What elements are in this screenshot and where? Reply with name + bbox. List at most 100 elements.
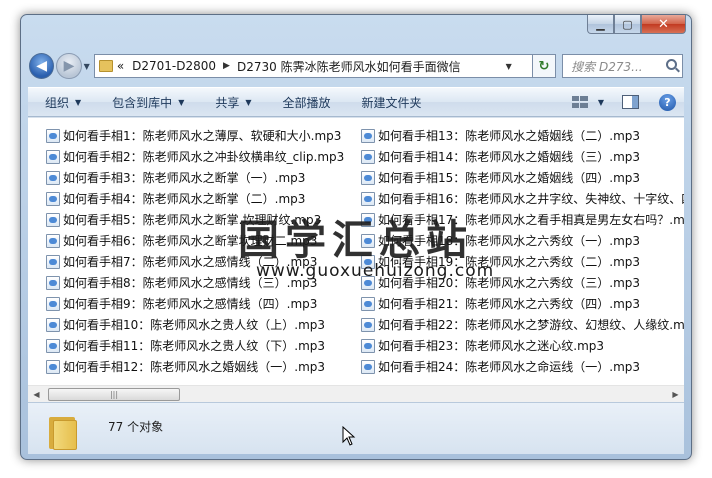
list-item[interactable]: 如何看手相9：陈老师风水之感情线（四）.mp3 [46, 293, 362, 314]
scroll-right-icon[interactable]: ▶ [667, 386, 684, 403]
breadcrumb-overflow[interactable]: « [117, 59, 124, 73]
folder-icon [47, 413, 81, 450]
mp3-file-icon [46, 128, 60, 143]
preview-pane-icon[interactable] [622, 95, 639, 109]
toolbar-right: ▼ ? [571, 93, 684, 111]
forward-arrow-icon: ▶ [63, 58, 75, 74]
file-name: 如何看手相23：陈老师风水之迷心纹.mp3 [378, 339, 605, 353]
file-name: 如何看手相24：陈老师风水之命运线（一）.mp3 [378, 360, 641, 374]
refresh-icon: ↻ [538, 58, 550, 74]
help-icon[interactable]: ? [659, 93, 676, 111]
list-item[interactable]: 如何看手相1：陈老师风水之薄厚、软硬和大小.mp3 [46, 125, 362, 146]
include-in-library-menu[interactable]: 包含到库中 ▼ [95, 94, 198, 111]
share-menu[interactable]: 共享 ▼ [198, 94, 265, 111]
mp3-file-icon [46, 275, 60, 290]
list-item[interactable]: 如何看手相12：陈老师风水之婚姻线（一）.mp3 [46, 356, 362, 377]
watermark-url: www.guoxuehuizong.com [256, 261, 495, 281]
minimize-button[interactable]: ▁ [587, 15, 614, 34]
mp3-file-icon [46, 191, 60, 206]
list-item[interactable]: 如何看手相14：陈老师风水之婚姻线（三）.mp3 [361, 146, 684, 167]
organize-label: 组织 [45, 95, 70, 110]
search-input[interactable]: 搜索 D273... [562, 54, 683, 78]
file-name: 如何看手相21：陈老师风水之六秀纹（四）.mp3 [378, 297, 641, 311]
mp3-file-icon [361, 338, 375, 353]
mp3-file-icon [46, 296, 60, 311]
list-item[interactable]: 如何看手相3：陈老师风水之断掌（一）.mp3 [46, 167, 362, 188]
file-name: 如何看手相22：陈老师风水之梦游纹、幻想纹、人缘纹.mp3 [378, 318, 684, 332]
list-item[interactable]: 如何看手相2：陈老师风水之冲卦纹横串纹_clip.mp3 [46, 146, 362, 167]
minimize-icon: ▁ [596, 17, 605, 31]
list-item[interactable]: 如何看手相13：陈老师风水之婚姻线（二）.mp3 [361, 125, 684, 146]
list-item[interactable]: 如何看手相24：陈老师风水之命运线（一）.mp3 [361, 356, 684, 377]
list-item[interactable]: 如何看手相11：陈老师风水之贵人纹（下）.mp3 [46, 335, 362, 356]
mp3-file-icon [361, 149, 375, 164]
file-name: 如何看手相16：陈老师风水之井字纹、失神纹、十字纹、四 [378, 192, 684, 206]
scrollbar-thumb[interactable]: ||| [48, 388, 180, 401]
mp3-file-icon [46, 170, 60, 185]
new-folder-button[interactable]: 新建文件夹 [345, 94, 436, 111]
folder-icon [98, 60, 113, 72]
file-name: 如何看手相9：陈老师风水之感情线（四）.mp3 [63, 297, 318, 311]
mp3-file-icon [361, 128, 375, 143]
mouse-cursor-icon [342, 426, 356, 446]
scroll-left-icon[interactable]: ◀ [28, 386, 45, 403]
recent-pages-chevron-icon[interactable]: ▼ [84, 62, 90, 71]
organize-menu[interactable]: 组织 ▼ [28, 94, 95, 111]
file-name: 如何看手相2：陈老师风水之冲卦纹横串纹_clip.mp3 [63, 150, 345, 164]
breadcrumb-item[interactable]: D2701-D2800 [132, 59, 216, 73]
back-arrow-icon: ◀ [36, 58, 48, 74]
details-pane: 77 个对象 [28, 402, 684, 454]
share-label: 共享 [215, 95, 240, 110]
file-name: 如何看手相10：陈老师风水之贵人纹（上）.mp3 [63, 318, 326, 332]
chevron-down-icon: ▼ [245, 97, 252, 107]
mp3-file-icon [46, 149, 60, 164]
breadcrumb-separator-icon[interactable]: ▶ [223, 61, 230, 71]
close-button[interactable]: ✕ [641, 15, 686, 34]
view-options-chevron-icon[interactable]: ▼ [598, 98, 604, 107]
file-name: 如何看手相13：陈老师风水之婚姻线（二）.mp3 [378, 129, 641, 143]
watermark-text: 国学汇总站 [238, 216, 473, 264]
mp3-file-icon [46, 233, 60, 248]
list-item[interactable]: 如何看手相10：陈老师风水之贵人纹（上）.mp3 [46, 314, 362, 335]
list-item[interactable]: 如何看手相15：陈老师风水之婚姻线（四）.mp3 [361, 167, 684, 188]
file-list-view: 如何看手相1：陈老师风水之薄厚、软硬和大小.mp3 如何看手相2：陈老师风水之冲… [28, 117, 684, 385]
command-bar: 组织 ▼ 包含到库中 ▼ 共享 ▼ 全部播放 新建文件夹 ▼ ? [28, 87, 684, 117]
address-dropdown-icon[interactable]: ▼ [506, 62, 512, 71]
file-name: 如何看手相1：陈老师风水之薄厚、软硬和大小.mp3 [63, 129, 342, 143]
breadcrumb-item-current[interactable]: D2730 陈霁冰陈老师风水如何看手面微信 [237, 58, 461, 75]
list-item[interactable]: 如何看手相21：陈老师风水之六秀纹（四）.mp3 [361, 293, 684, 314]
window-controls: ▁ ▢ ✕ [587, 15, 686, 35]
file-name: 如何看手相12：陈老师风水之婚姻线（一）.mp3 [63, 360, 326, 374]
list-item[interactable]: 如何看手相23：陈老师风水之迷心纹.mp3 [361, 335, 684, 356]
list-item[interactable]: 如何看手相22：陈老师风水之梦游纹、幻想纹、人缘纹.mp3 [361, 314, 684, 335]
change-view-icon[interactable] [571, 96, 588, 108]
mp3-file-icon [46, 212, 60, 227]
horizontal-scrollbar[interactable]: ◀ ||| ▶ [28, 385, 684, 402]
navigation-bar: ◀ ▶ ▼ « D2701-D2800 ▶ D2730 陈霁冰陈老师风水如何看手… [29, 51, 683, 81]
chevron-down-icon: ▼ [75, 97, 82, 107]
file-name: 如何看手相3：陈老师风水之断掌（一）.mp3 [63, 171, 306, 185]
file-name: 如何看手相4：陈老师风水之断掌（二）.mp3 [63, 192, 306, 206]
maximize-icon: ▢ [622, 17, 633, 31]
mp3-file-icon [361, 170, 375, 185]
play-all-button[interactable]: 全部播放 [266, 94, 345, 111]
maximize-button[interactable]: ▢ [614, 15, 641, 34]
address-bar[interactable]: « D2701-D2800 ▶ D2730 陈霁冰陈老师风水如何看手面微信 ▼ [93, 54, 533, 78]
back-button[interactable]: ◀ [29, 53, 55, 79]
mp3-file-icon [46, 338, 60, 353]
search-icon [666, 59, 677, 70]
mp3-file-icon [46, 359, 60, 374]
new-folder-label: 新建文件夹 [361, 95, 422, 110]
mp3-file-icon [46, 317, 60, 332]
mp3-file-icon [361, 191, 375, 206]
item-count: 77 个对象 [108, 420, 164, 434]
mp3-file-icon [361, 296, 375, 311]
forward-button[interactable]: ▶ [56, 53, 82, 79]
close-icon: ✕ [658, 16, 669, 32]
scrollbar-grip-icon: ||| [109, 390, 119, 399]
mp3-file-icon [361, 317, 375, 332]
mp3-file-icon [46, 254, 60, 269]
refresh-button[interactable]: ↻ [532, 54, 557, 78]
play-all-label: 全部播放 [282, 95, 331, 110]
file-name: 如何看手相15：陈老师风水之婚姻线（四）.mp3 [378, 171, 641, 185]
